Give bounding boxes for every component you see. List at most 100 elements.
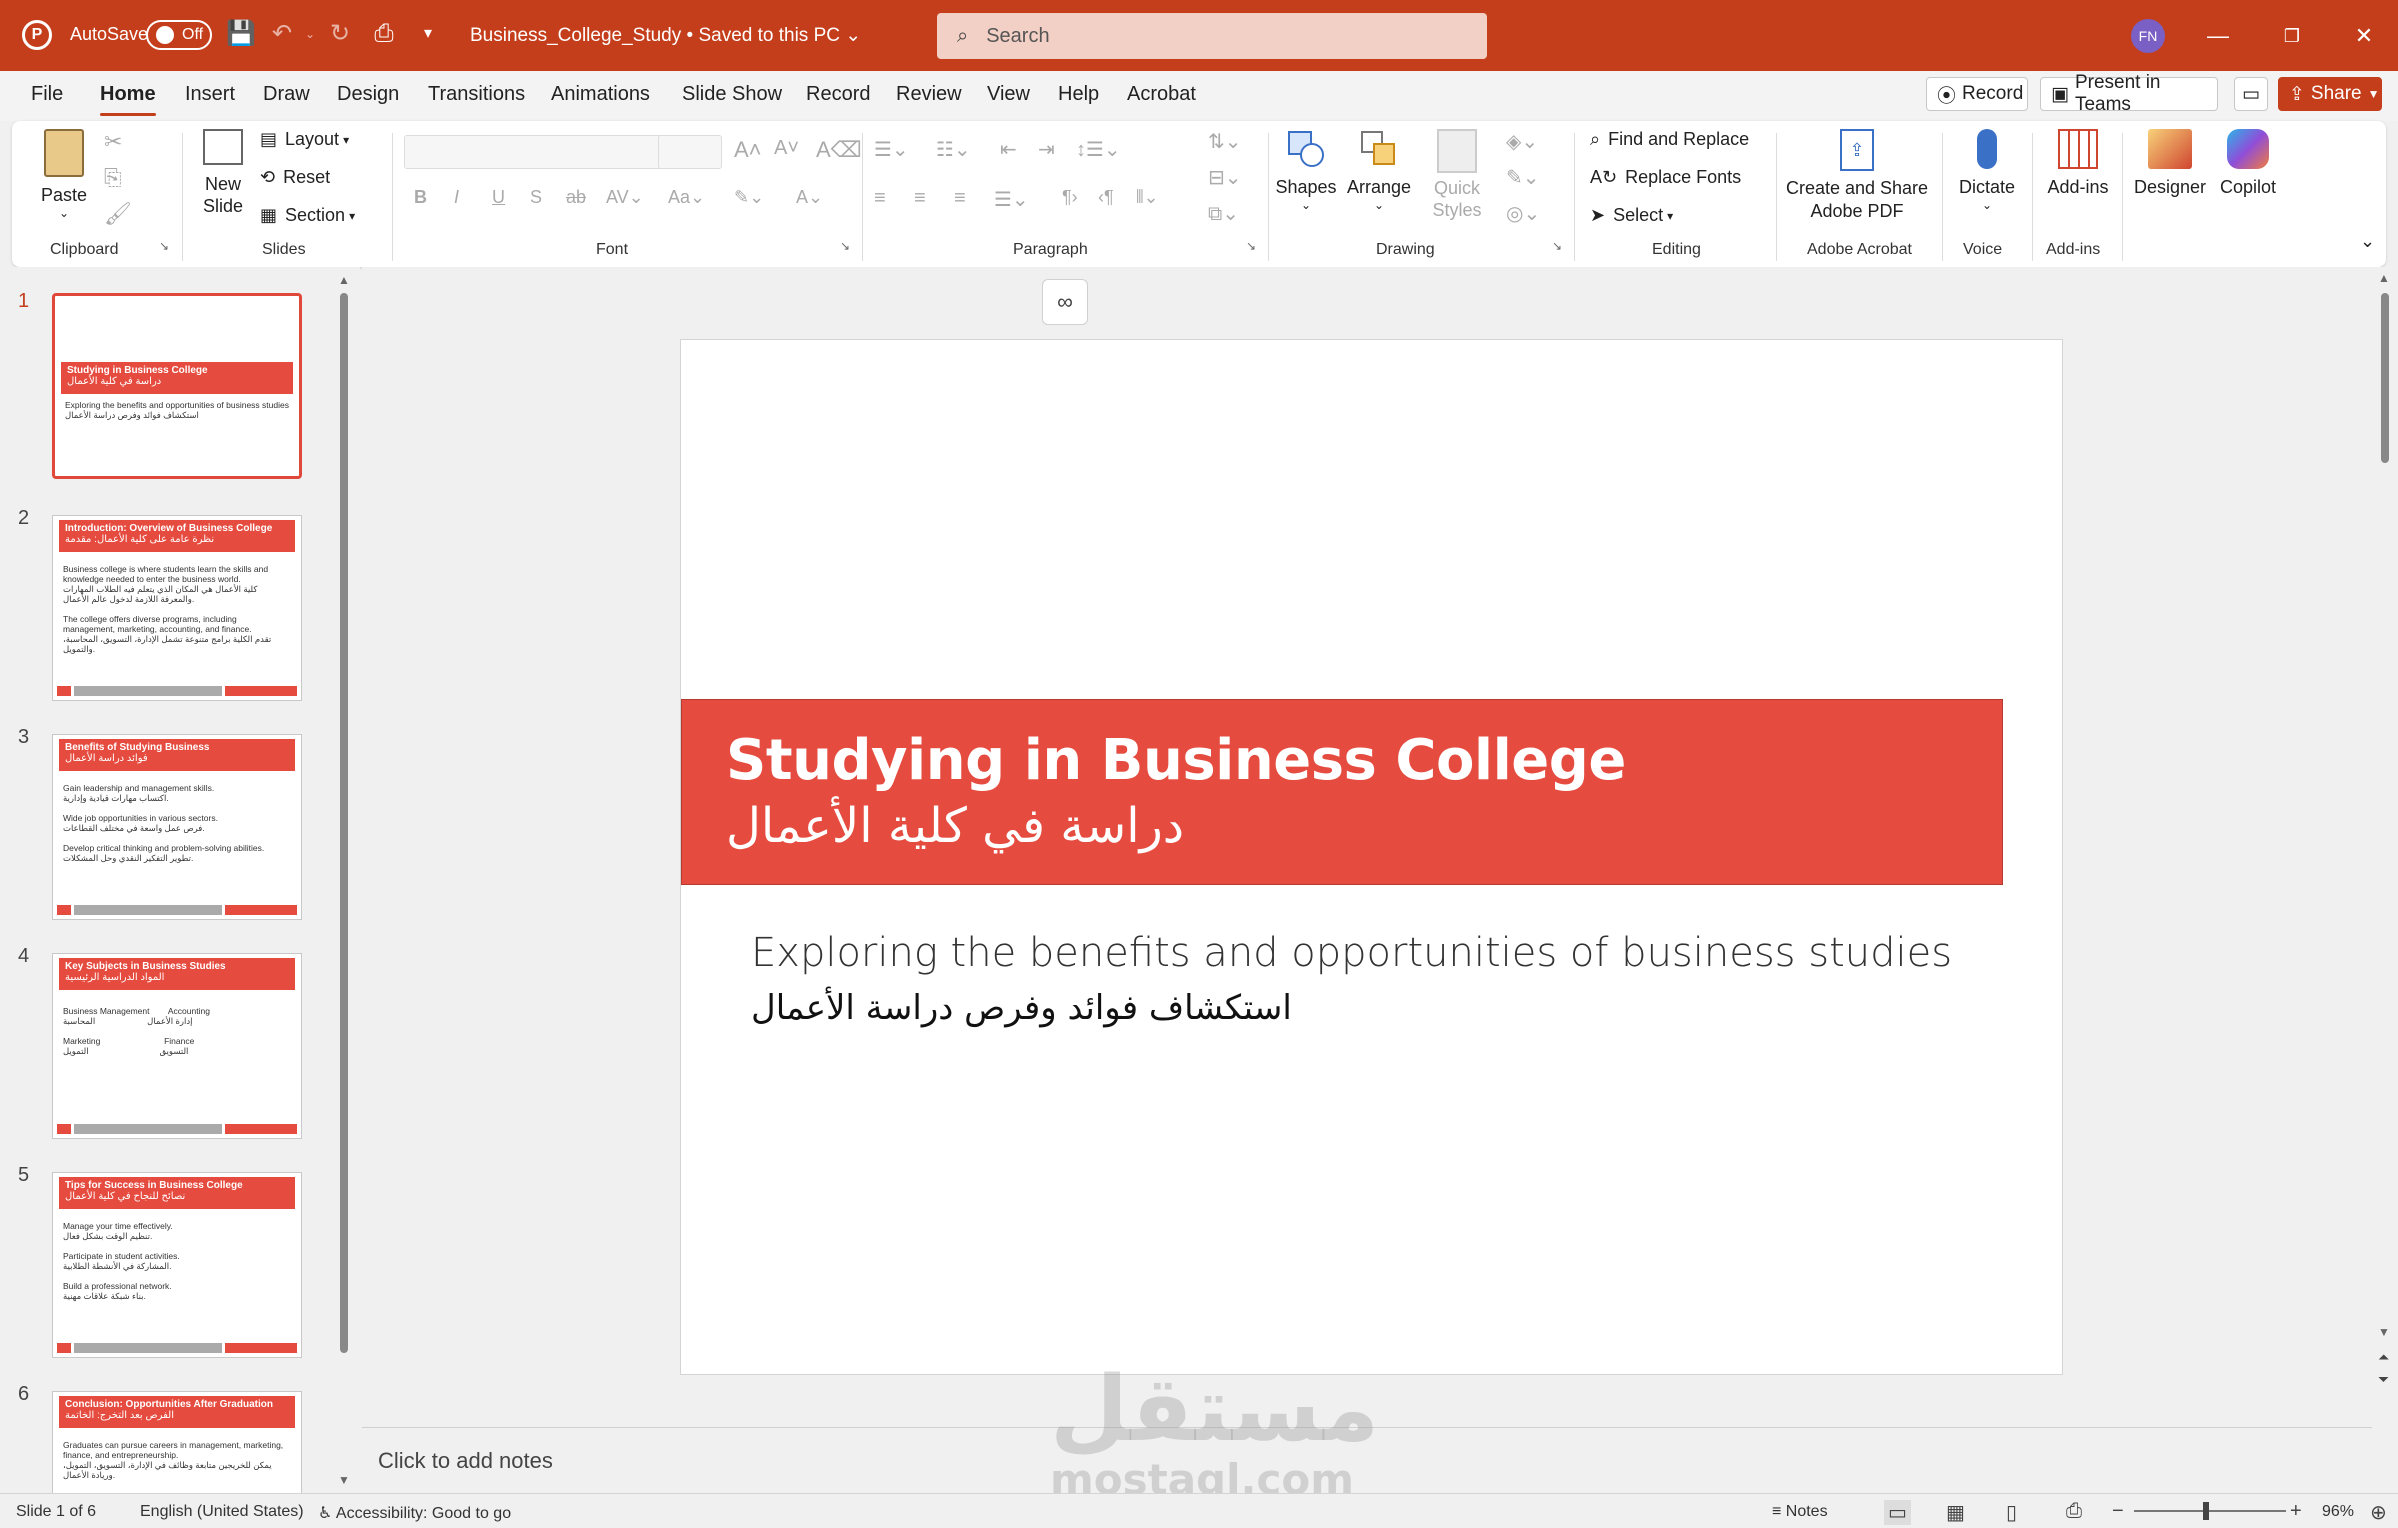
strikethrough-icon[interactable]: ab [566,187,586,208]
slide-thumbnail-6[interactable]: Conclusion: Opportunities After Graduati… [52,1391,302,1493]
document-title[interactable]: Business_College_Study • Saved to this P… [470,24,861,47]
accessibility-status[interactable]: ♿ Accessibility: Good to go [318,1503,511,1523]
decrease-font-icon[interactable]: A˅ [774,137,799,160]
decrease-indent-icon[interactable]: ⇤ [1000,137,1017,162]
record-button[interactable]: ⦿ Record [1926,77,2028,111]
bold-icon[interactable]: B [414,187,427,208]
format-painter-icon[interactable]: 🖌 [104,201,132,227]
font-size-select[interactable] [658,135,722,169]
editor-scrollbar[interactable]: ▲ ▼ ⏶ ⏷ [2372,267,2398,1427]
quick-styles-button[interactable]: Quick Styles [1422,129,1492,221]
character-spacing-icon[interactable]: AV⌄ [606,187,644,208]
section-button[interactable]: ▦ Section ▾ [260,205,355,226]
increase-font-icon[interactable]: A˄ [734,137,762,163]
slide-sorter-icon[interactable]: ▦ [1946,1500,1965,1525]
tab-file[interactable]: File [31,83,63,106]
cut-icon[interactable]: ✂ [104,129,122,155]
scroll-down-icon[interactable]: ▼ [2378,1325,2390,1339]
redo-icon[interactable]: ↻ [326,20,354,48]
zoom-out-icon[interactable]: − [2112,1500,2124,1523]
shapes-button[interactable]: Shapes ⌄ [1274,129,1338,212]
tab-insert[interactable]: Insert [185,83,235,106]
increase-indent-icon[interactable]: ⇥ [1038,137,1055,162]
zoom-slider-thumb[interactable] [2203,1502,2209,1520]
copilot-float-button[interactable]: ∞ [1042,279,1088,325]
slide-subtitle-ar[interactable]: استكشاف فوائد وفرص دراسة الأعمال [751,988,1292,1028]
tab-design[interactable]: Design [337,83,399,106]
underline-icon[interactable]: U [492,187,505,208]
minimize-icon[interactable]: — [2198,18,2238,54]
font-launcher-icon[interactable]: ↘ [840,239,850,253]
zoom-level[interactable]: 96% [2322,1503,2354,1521]
align-left-icon[interactable]: ≡ [874,187,886,210]
title-placeholder[interactable]: Studying in Business College دراسة في كل… [681,699,2003,885]
autosave-toggle[interactable]: Off [146,20,212,50]
numbering-icon[interactable]: ☷⌄ [936,137,971,162]
tab-home[interactable]: Home [100,83,156,116]
zoom-in-icon[interactable]: + [2290,1500,2302,1523]
align-right-icon[interactable]: ≡ [954,187,966,210]
tab-transitions[interactable]: Transitions [428,83,525,106]
drawing-launcher-icon[interactable]: ↘ [1552,239,1562,253]
columns-icon[interactable]: ⫴⌄ [1136,187,1159,208]
designer-button[interactable]: Designer [2130,129,2210,198]
language-indicator[interactable]: English (United States) [140,1503,304,1521]
highlight-icon[interactable]: ✎⌄ [734,187,764,208]
justify-icon[interactable]: ☰⌄ [994,187,1029,212]
scroll-up-icon[interactable]: ▲ [2378,271,2390,285]
tab-animations[interactable]: Animations [551,83,650,106]
find-replace-button[interactable]: ⌕ Find and Replace [1590,129,1749,150]
normal-view-icon[interactable]: ▭ [1884,1500,1911,1525]
notes-toggle[interactable]: ≡ Notes [1772,1503,1828,1521]
undo-dropdown-icon[interactable]: ⌄ [296,20,324,48]
collapse-ribbon-icon[interactable]: ⌄ [2360,231,2375,252]
slide-show-icon[interactable]: ⎙ [2066,1500,2082,1523]
customize-toolbar-icon[interactable]: ▾ [414,20,442,48]
change-case-icon[interactable]: Aa⌄ [668,187,705,208]
replace-fonts-button[interactable]: A↻ Replace Fonts [1590,167,1741,188]
copy-icon[interactable]: ⎘ [104,165,122,191]
paste-button[interactable]: Paste ⌄ [36,129,92,220]
present-in-teams-button[interactable]: ▣ Present in Teams [2040,72,2218,115]
tab-view[interactable]: View [987,83,1030,106]
paragraph-launcher-icon[interactable]: ↘ [1246,239,1256,253]
layout-button[interactable]: ▤ Layout ▾ [260,129,349,150]
text-direction-icon[interactable]: ⇅⌄ [1208,129,1242,154]
tab-acrobat[interactable]: Acrobat [1127,83,1196,106]
close-icon[interactable]: ✕ [2344,18,2384,54]
shape-fill-icon[interactable]: ◈⌄ [1506,129,1538,154]
addins-button[interactable]: Add-ins [2040,129,2116,198]
reading-view-icon[interactable]: ▯ [2006,1500,2017,1525]
ltr-icon[interactable]: ¶› [1062,187,1078,208]
slide-thumbnail-4[interactable]: Key Subjects in Business Studies المواد ا… [52,953,302,1139]
align-text-icon[interactable]: ⊟⌄ [1208,165,1242,190]
slide-thumbnail-1[interactable]: Studying in Business College دراسة في كلي… [52,293,302,479]
next-slide-icon[interactable]: ⏷ [2378,1371,2389,1388]
slide-canvas[interactable]: Studying in Business College دراسة في كل… [680,339,2063,1375]
thumbnails-scrollbar[interactable] [340,293,348,1353]
share-button[interactable]: ⇪ Share ▼ [2278,77,2382,111]
tab-review[interactable]: Review [896,83,962,106]
slide-thumbnail-5[interactable]: Tips for Success in Business College نصائ… [52,1172,302,1358]
tab-help[interactable]: Help [1058,83,1099,106]
slide-thumbnail-2[interactable]: Introduction: Overview of Business Colle… [52,515,302,701]
dictate-button[interactable]: Dictate ⌄ [1952,129,2022,212]
slide-subtitle-en[interactable]: Exploring the benefits and opportunities… [751,930,1952,976]
tab-record[interactable]: Record [806,83,870,106]
slide-thumbnail-3[interactable]: Benefits of Studying Business فوائد دراسة… [52,734,302,920]
clear-formatting-icon[interactable]: A⌫ [816,137,862,163]
reset-button[interactable]: ⟲ Reset [260,167,330,188]
restore-icon[interactable]: ❐ [2272,18,2312,54]
zoom-slider[interactable] [2134,1510,2286,1512]
copilot-button[interactable]: Copilot [2212,129,2284,198]
scroll-up-icon[interactable]: ▲ [338,273,350,287]
search-box[interactable]: ⌕ Search [937,13,1487,59]
line-spacing-icon[interactable]: ↕☰⌄ [1076,137,1121,162]
new-slide-button[interactable]: New Slide [192,129,254,217]
align-center-icon[interactable]: ≡ [914,187,926,210]
shadow-icon[interactable]: S [530,187,542,208]
bullets-icon[interactable]: ☰⌄ [874,137,909,162]
arrange-button[interactable]: Arrange ⌄ [1344,129,1414,212]
shape-effects-icon[interactable]: ◎⌄ [1506,201,1540,226]
create-share-pdf-button[interactable]: ⇪ Create and Share Adobe PDF [1782,129,1932,223]
